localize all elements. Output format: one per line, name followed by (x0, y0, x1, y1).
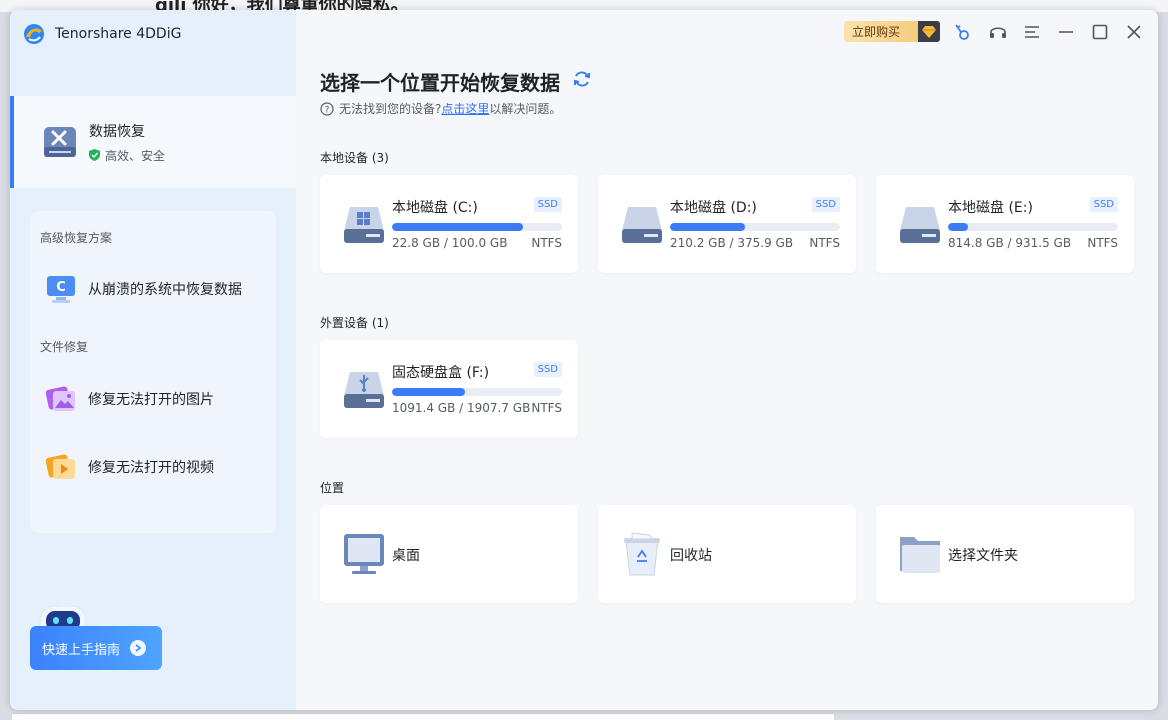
crash-recovery-label: 从崩溃的系统中恢复数据 (88, 282, 242, 298)
folder-icon (900, 537, 940, 573)
hard-drive-icon (900, 207, 940, 243)
local-devices-label: 本地设备 (3) (320, 151, 389, 165)
location-name: 桌面 (392, 548, 420, 564)
ssd-badge: SSD (533, 362, 562, 377)
sidebar-item-repair-photo[interactable]: 修复无法打开的图片 (44, 382, 214, 416)
help-link[interactable]: 点击这里 (441, 100, 489, 117)
app-logo-icon (24, 24, 44, 44)
usage-bar (392, 223, 562, 231)
ssd-badge: SSD (1089, 197, 1118, 212)
page-title: 选择一个位置开始恢复数据 (320, 71, 560, 95)
file-repair-header: 文件修复 (40, 340, 89, 354)
buy-now-button[interactable]: 立即购买 (844, 21, 940, 42)
usage-bar-fill (670, 223, 745, 231)
location-name: 选择文件夹 (948, 548, 1018, 564)
sidebar-item-subtitle-text: 高效、安全 (105, 148, 166, 163)
drive-card-d[interactable]: 本地磁盘 (D:) SSD 210.2 GB / 375.9 GB NTFS (598, 175, 856, 273)
app-name: Tenorshare 4DDiG (55, 26, 182, 42)
usage-bar (670, 223, 840, 231)
usage-bar (948, 223, 1118, 231)
recycle-bin-icon (624, 532, 660, 576)
ssd-badge: SSD (811, 197, 840, 212)
sidebar: Tenorshare 4DDiG 数据恢复 高效、安全 高级恢复方案 C 从崩溃… (10, 10, 296, 710)
video-repair-icon (45, 454, 75, 479)
monitor-c-icon: C (47, 276, 75, 303)
drive-size: 1091.4 GB / 1907.7 GB (392, 401, 531, 415)
drive-name: 固态硬盘盒 (F:) (392, 365, 490, 381)
drive-filesystem: NTFS (1087, 236, 1118, 250)
menu-icon[interactable] (1021, 21, 1043, 43)
usage-bar-fill (948, 223, 969, 231)
usb-drive-icon (344, 372, 384, 408)
drive-size: 814.8 GB / 931.5 GB (948, 236, 1072, 250)
external-devices-label: 外置设备 (1) (320, 316, 389, 330)
sidebar-item-data-recovery[interactable]: 数据恢复 高效、安全 (10, 96, 296, 188)
maximize-icon[interactable] (1089, 21, 1111, 43)
quick-start-guide-button[interactable]: 快速上手指南 (30, 626, 162, 670)
drive-card-e[interactable]: 本地磁盘 (E:) SSD 814.8 GB / 931.5 GB NTFS (876, 175, 1134, 273)
brand: Tenorshare 4DDiG (22, 22, 181, 46)
shield-check-icon (89, 149, 100, 161)
desktop-monitor-icon (344, 534, 384, 574)
drive-name: 本地磁盘 (D:) (670, 200, 757, 216)
location-label: 位置 (320, 481, 345, 495)
hard-drive-tools-icon (44, 127, 76, 157)
drive-filesystem: NTFS (531, 401, 562, 415)
location-card-select-folder[interactable]: 选择文件夹 (876, 505, 1134, 603)
location-card-recycle-bin[interactable]: 回收站 (598, 505, 856, 603)
repair-video-label: 修复无法打开的视频 (88, 460, 214, 476)
sidebar-item-subtitle: 高效、安全 (89, 147, 165, 164)
drive-card-c[interactable]: 本地磁盘 (C:) SSD 22.8 GB / 100.0 GB NTFS (320, 175, 578, 273)
repair-photo-label: 修复无法打开的图片 (88, 392, 214, 408)
arrow-right-icon (130, 640, 147, 656)
help-text-prefix: 无法找到您的设备? (339, 102, 442, 116)
question-circle-icon: ? (320, 101, 334, 116)
sidebar-item-label: 数据恢复 (89, 123, 145, 140)
app-window: Tenorshare 4DDiG 数据恢复 高效、安全 高级恢复方案 C 从崩溃… (10, 10, 1158, 710)
photo-repair-icon (45, 386, 75, 411)
advanced-panel: 高级恢复方案 C 从崩溃的系统中恢复数据 文件修复 修复无法打开的图片 修复无法… (30, 211, 276, 533)
diamond-icon (918, 21, 940, 42)
windows-drive-icon (344, 207, 384, 243)
location-card-desktop[interactable]: 桌面 (320, 505, 578, 603)
usage-bar (392, 388, 562, 396)
sidebar-item-repair-video[interactable]: 修复无法打开的视频 (44, 450, 214, 484)
drive-filesystem: NTFS (809, 236, 840, 250)
key-icon[interactable] (951, 21, 973, 43)
drive-card-f[interactable]: 固态硬盘盒 (F:) SSD 1091.4 GB / 1907.7 GB NTF… (320, 340, 578, 438)
advanced-header: 高级恢复方案 (40, 231, 113, 245)
help-text-suffix: 以解决问题。 (489, 102, 562, 116)
usage-bar-fill (392, 388, 466, 396)
buy-now-label: 立即购买 (852, 25, 901, 39)
usage-bar-fill (392, 223, 523, 231)
location-name: 回收站 (670, 548, 712, 564)
drive-name: 本地磁盘 (C:) (392, 200, 478, 216)
refresh-icon[interactable] (572, 69, 592, 89)
drive-size: 22.8 GB / 100.0 GB (392, 236, 508, 250)
drive-filesystem: NTFS (531, 236, 562, 250)
svg-text:C: C (56, 280, 66, 295)
quick-start-guide-label: 快速上手指南 (42, 642, 121, 658)
minimize-icon[interactable] (1055, 21, 1077, 43)
drive-size: 210.2 GB / 375.9 GB (670, 236, 794, 250)
help-line: ? 无法找到您的设备? 点击这里 以解决问题。 (320, 100, 561, 117)
drive-name: 本地磁盘 (E:) (948, 200, 1033, 216)
ssd-badge: SSD (533, 197, 562, 212)
svg-text:?: ? (325, 105, 330, 115)
sidebar-item-crashed-system[interactable]: C 从崩溃的系统中恢复数据 (44, 272, 242, 306)
close-icon[interactable] (1123, 21, 1145, 43)
hard-drive-icon (622, 207, 662, 243)
headset-icon[interactable] (987, 21, 1009, 43)
background-window-bottom (12, 713, 834, 720)
